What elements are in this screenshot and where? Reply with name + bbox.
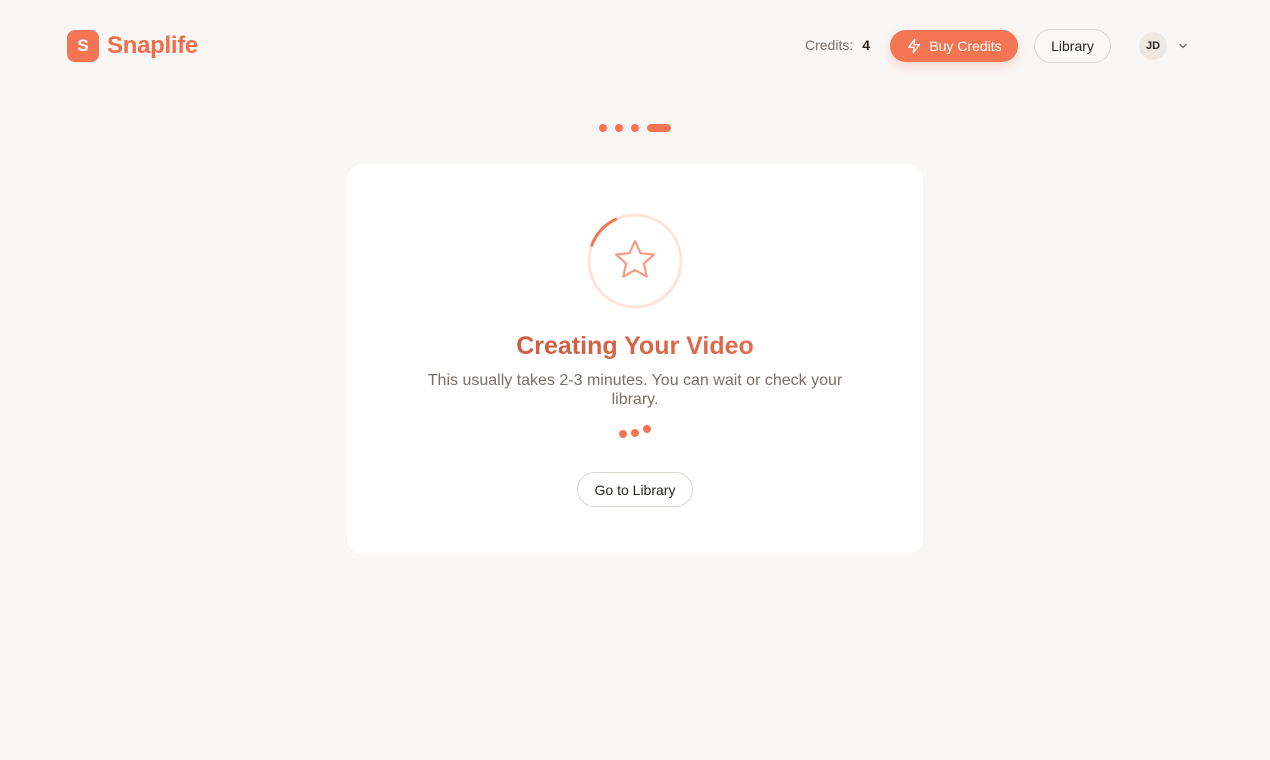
top-bar: S Snaplife Credits: 4 Buy Credits Librar… (0, 0, 1270, 92)
avatar[interactable]: JD (1139, 32, 1167, 60)
step-indicator (615, 124, 623, 132)
credits-display: Credits: 4 (805, 37, 870, 53)
library-button[interactable]: Library (1034, 29, 1111, 63)
loading-spinner (587, 213, 683, 309)
status-description: This usually takes 2-3 minutes. You can … (427, 372, 843, 408)
credits-label: Credits: (805, 37, 854, 53)
status-title: Creating Your Video (347, 332, 923, 361)
status-card: Creating Your Video This usually takes 2… (347, 164, 923, 554)
step-indicator (599, 124, 607, 132)
lightning-icon (908, 38, 921, 54)
buy-credits-label: Buy Credits (929, 38, 1002, 54)
loading-dot (643, 425, 651, 433)
loading-dots (619, 425, 659, 442)
loading-dot (631, 429, 639, 437)
go-to-library-button[interactable]: Go to Library (577, 472, 693, 507)
credits-value: 4 (862, 37, 871, 53)
chevron-down-icon[interactable] (1177, 40, 1189, 52)
loading-dot (619, 430, 627, 438)
app-logo[interactable]: S Snaplife (67, 30, 198, 62)
buy-credits-button[interactable]: Buy Credits (890, 30, 1018, 62)
logo-mark: S (67, 30, 99, 62)
step-indicator (631, 124, 639, 132)
progress-stepper (599, 124, 671, 132)
app-name: Snaplife (107, 32, 198, 59)
star-icon (615, 239, 655, 278)
step-indicator-active (647, 124, 671, 132)
